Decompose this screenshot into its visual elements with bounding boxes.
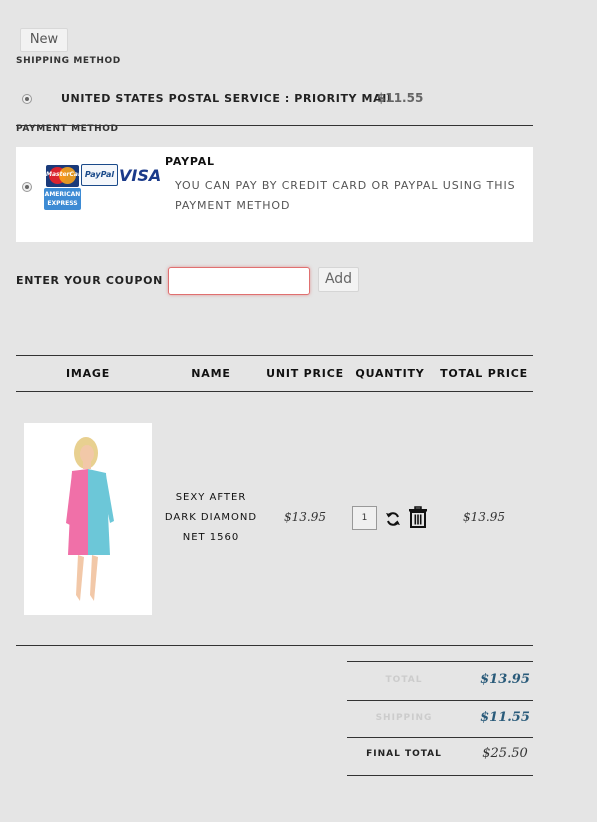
product-name-line2: DARK DIAMOND: [164, 512, 258, 523]
shipping-option-label: UNITED STATES POSTAL SERVICE : PRIORITY …: [61, 92, 395, 105]
table-bottom-divider: [16, 645, 533, 646]
mastercard-logo: MasterCard: [46, 165, 86, 187]
final-total-value: $25.50: [482, 746, 528, 761]
table-top-divider: [16, 355, 533, 356]
totals-divider-1: [347, 700, 533, 701]
product-name-line1: SEXY AFTER: [175, 492, 247, 503]
shipping-total-label: SHIPPING: [375, 713, 433, 723]
shipping-price: $11.55: [377, 91, 424, 105]
product-name-line3: NET 1560: [182, 532, 240, 543]
paypal-logo: PayPal: [81, 164, 118, 186]
product-image-figure: [66, 437, 114, 601]
final-total-label: FINAL TOTAL: [366, 749, 442, 759]
amex-logo-line1: AMERICAN: [44, 191, 81, 198]
add-coupon-button[interactable]: Add: [318, 267, 359, 292]
product-image[interactable]: [24, 423, 152, 615]
amex-logo-line2: EXPRESS: [47, 200, 78, 207]
column-header-unit-price: UNIT PRICE: [266, 367, 344, 380]
payment-description: YOU CAN PAY BY CREDIT CARD OR PAYPAL USI…: [175, 179, 516, 212]
column-header-total-price: TOTAL PRICE: [440, 367, 528, 380]
refresh-icon[interactable]: [385, 511, 401, 527]
total-price: $13.95: [463, 510, 505, 524]
quantity-input[interactable]: 1: [352, 506, 377, 530]
total-value: $13.95: [480, 672, 530, 687]
coupon-label: ENTER YOUR COUPON: [16, 274, 164, 287]
total-label: TOTAL: [385, 675, 423, 685]
shipping-radio[interactable]: [22, 94, 32, 104]
table-header-divider: [16, 391, 533, 392]
totals-top-divider: [347, 661, 533, 662]
trash-icon[interactable]: [408, 506, 428, 528]
column-header-quantity: QUANTITY: [355, 367, 425, 380]
visa-logo: VISA: [119, 166, 162, 185]
product-name[interactable]: SEXY AFTER DARK DIAMOND NET 1560: [161, 488, 261, 548]
payment-method-label: PAYMENT METHOD: [16, 124, 119, 134]
new-button[interactable]: New: [20, 28, 68, 52]
shipping-total-value: $11.55: [480, 710, 530, 725]
column-header-image: IMAGE: [65, 367, 111, 380]
mastercard-logo-text: MasterCard: [46, 171, 86, 178]
unit-price: $13.95: [284, 510, 326, 524]
payment-title: PAYPAL: [165, 155, 215, 168]
column-header-name: NAME: [191, 367, 231, 380]
shipping-method-label: SHIPPING METHOD: [16, 56, 121, 66]
totals-bottom-divider: [347, 775, 533, 776]
amex-logo: AMERICAN EXPRESS: [44, 188, 81, 210]
payment-radio[interactable]: [22, 182, 32, 192]
totals-divider-2: [347, 737, 533, 738]
coupon-input[interactable]: [168, 267, 310, 295]
